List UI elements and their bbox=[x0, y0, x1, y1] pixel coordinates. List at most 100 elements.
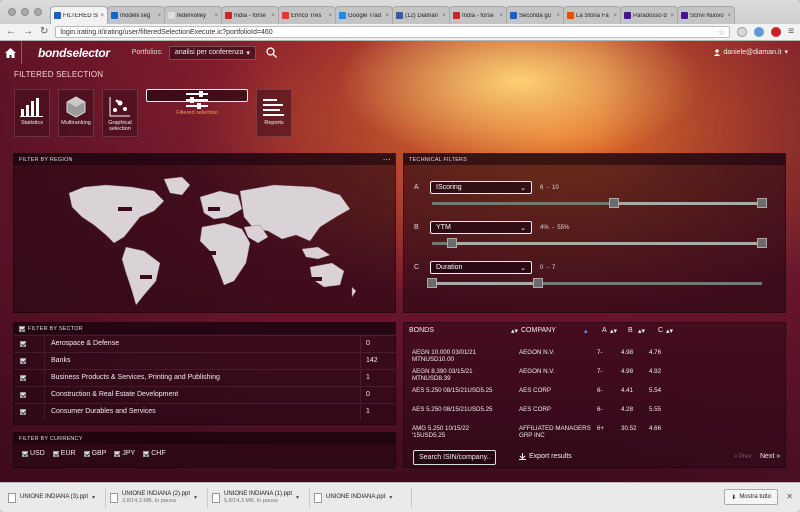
filter-metric-select[interactable]: Duration ⌄ bbox=[430, 261, 532, 274]
currency-checkbox[interactable] bbox=[52, 450, 59, 457]
currency-item[interactable]: GBP bbox=[83, 450, 106, 457]
browser-tab[interactable]: Scrivi Nuovo × bbox=[677, 6, 735, 24]
search-icon[interactable] bbox=[266, 47, 277, 58]
slider-handle-high[interactable] bbox=[757, 198, 767, 208]
sector-row[interactable]: Business Products & Services, Printing a… bbox=[14, 369, 396, 386]
slider-handle-high[interactable] bbox=[757, 238, 767, 248]
browser-tab[interactable]: Seconda gu × bbox=[506, 6, 564, 24]
filter-slider-c[interactable] bbox=[427, 278, 762, 288]
close-tab-icon[interactable]: × bbox=[271, 13, 275, 19]
browser-tab[interactable]: India - forse × bbox=[449, 6, 507, 24]
portfolio-select[interactable]: analisi per conferenza ▾ bbox=[168, 45, 256, 60]
col-a[interactable]: A bbox=[602, 327, 607, 334]
col-c[interactable]: C bbox=[658, 327, 663, 334]
download-item[interactable]: UNIONE INDIANA (2).ppt 3,8/14,3 MB, In pa… bbox=[110, 487, 208, 508]
next-link[interactable]: Next » bbox=[760, 453, 780, 460]
forward-icon[interactable]: → bbox=[23, 27, 33, 37]
sort-icon[interactable]: ▴▾ bbox=[666, 327, 673, 335]
currency-checkbox[interactable] bbox=[22, 450, 28, 457]
extension-icon[interactable] bbox=[737, 27, 748, 37]
close-tab-icon[interactable]: × bbox=[328, 13, 332, 19]
currency-item[interactable]: JPY bbox=[114, 450, 135, 457]
region-marker[interactable] bbox=[310, 277, 322, 281]
sort-icon[interactable]: ▴ bbox=[584, 327, 588, 335]
show-all-button[interactable]: ⬇ Mostra tutto bbox=[724, 489, 778, 505]
chevron-down-icon[interactable]: ▾ bbox=[389, 494, 392, 501]
close-tab-icon[interactable]: × bbox=[613, 13, 617, 19]
sector-row[interactable]: Aerospace & Defense 0 bbox=[14, 335, 396, 352]
filter-slider-a[interactable] bbox=[432, 198, 767, 208]
bookmark-star-icon[interactable]: ☆ bbox=[718, 28, 725, 37]
back-icon[interactable]: ← bbox=[6, 27, 16, 37]
close-tab-icon[interactable]: × bbox=[100, 13, 104, 19]
browser-tab[interactable]: Enrico Tres × bbox=[278, 6, 336, 24]
search-isin-button[interactable]: Search ISIN/company.. bbox=[413, 450, 497, 465]
user-menu[interactable]: daniele@diaman.it ▾ bbox=[714, 48, 788, 56]
sector-row[interactable]: Banks 142 bbox=[14, 352, 396, 369]
nav-graphical-selection[interactable]: Graphical selection bbox=[102, 89, 138, 137]
nav-filtered-selection[interactable]: Filtered selection bbox=[146, 89, 248, 116]
sector-checkbox[interactable] bbox=[20, 374, 26, 381]
logo[interactable]: bondselector bbox=[38, 46, 110, 60]
filter-metric-select[interactable]: IScoring ⌄ bbox=[430, 181, 532, 194]
chevron-down-icon[interactable]: ▾ bbox=[92, 494, 95, 501]
sector-checkbox[interactable] bbox=[20, 391, 26, 398]
extension-icon[interactable] bbox=[754, 27, 765, 37]
col-company[interactable]: COMPANY bbox=[521, 327, 556, 334]
nav-reports[interactable]: Reports bbox=[256, 89, 292, 137]
close-window-button[interactable] bbox=[8, 8, 16, 16]
minimize-window-button[interactable] bbox=[21, 8, 29, 16]
currency-checkbox[interactable] bbox=[143, 450, 150, 457]
browser-tab[interactable]: federvolley × bbox=[164, 6, 222, 24]
address-bar[interactable]: login.irating.it/irating/user/filteredSe… bbox=[55, 26, 731, 38]
region-marker[interactable] bbox=[204, 251, 216, 255]
chevron-down-icon[interactable]: ▾ bbox=[194, 494, 197, 501]
currency-item[interactable]: CHF bbox=[143, 450, 166, 457]
close-tab-icon[interactable]: × bbox=[499, 13, 503, 19]
home-button[interactable] bbox=[0, 41, 22, 64]
filter-metric-select[interactable]: YTM ⌄ bbox=[430, 221, 532, 234]
currency-checkbox[interactable] bbox=[114, 450, 121, 457]
pinterest-icon[interactable] bbox=[771, 27, 782, 37]
currency-item[interactable]: USD bbox=[22, 450, 45, 457]
select-all-checkbox[interactable] bbox=[19, 325, 25, 332]
close-tab-icon[interactable]: × bbox=[670, 13, 674, 19]
region-marker[interactable] bbox=[140, 275, 152, 279]
browser-tab[interactable]: Google Trad × bbox=[335, 6, 393, 24]
currency-checkbox[interactable] bbox=[83, 450, 90, 457]
reload-icon[interactable]: ↻ bbox=[40, 27, 48, 37]
table-row[interactable]: AMG 5.250 10/15/22 '15USD5.25 AFFILIATED … bbox=[404, 425, 784, 449]
sector-row[interactable]: Construction & Real Estate Development 0 bbox=[14, 386, 396, 403]
sort-icon[interactable]: ▴▾ bbox=[638, 327, 645, 335]
close-icon[interactable]: ✕ bbox=[786, 492, 793, 501]
region-marker[interactable] bbox=[118, 207, 132, 211]
chevron-down-icon[interactable]: ▾ bbox=[296, 494, 299, 501]
close-tab-icon[interactable]: × bbox=[442, 13, 446, 19]
sort-icon[interactable]: ▴▾ bbox=[610, 327, 617, 335]
slider-handle-high[interactable] bbox=[532, 278, 543, 288]
download-item[interactable]: UNIONE INDIANA (3).ppt ▾ bbox=[8, 487, 106, 508]
prev-link[interactable]: « Prev bbox=[734, 454, 751, 460]
download-item[interactable]: UNIONE INDIANA.ppt ▾ bbox=[314, 487, 412, 508]
browser-tab[interactable]: India - forse × bbox=[221, 6, 279, 24]
sector-checkbox[interactable] bbox=[20, 340, 26, 347]
slider-handle-low[interactable] bbox=[608, 198, 619, 208]
nav-multiranking[interactable]: Multiranking bbox=[58, 89, 94, 137]
browser-tab[interactable]: La Storia Fa × bbox=[563, 6, 621, 24]
browser-tab[interactable]: FILTERED SE × bbox=[50, 6, 108, 24]
zoom-window-button[interactable] bbox=[34, 8, 42, 16]
export-results-link[interactable]: Export results bbox=[519, 453, 572, 460]
currency-item[interactable]: EUR bbox=[52, 450, 76, 457]
browser-tab[interactable]: Paradosso d × bbox=[620, 6, 678, 24]
browser-tab[interactable]: (12) Diaman × bbox=[392, 6, 450, 24]
world-map[interactable] bbox=[14, 165, 395, 312]
sort-icon[interactable]: ▴▾ bbox=[511, 327, 518, 335]
more-icon[interactable]: ⋯ bbox=[383, 155, 391, 164]
slider-handle-low[interactable] bbox=[427, 278, 437, 288]
sector-checkbox[interactable] bbox=[20, 357, 26, 364]
close-tab-icon[interactable]: × bbox=[385, 13, 389, 19]
col-b[interactable]: B bbox=[628, 327, 633, 334]
col-bonds[interactable]: BONDS bbox=[409, 327, 434, 334]
download-item[interactable]: UNIONE INDIANA (1).ppt 5,8/14,3 MB, In pa… bbox=[212, 487, 310, 508]
sector-checkbox[interactable] bbox=[20, 408, 26, 415]
